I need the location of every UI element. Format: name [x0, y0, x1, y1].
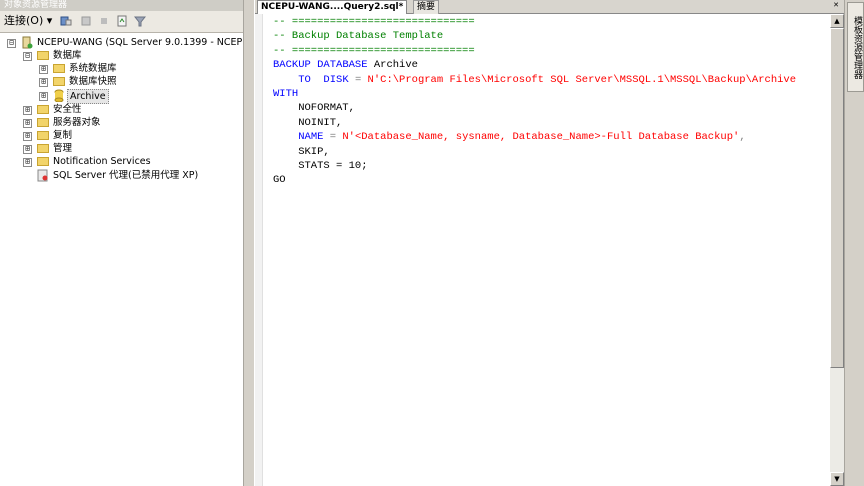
expand-icon[interactable]: ⊞ [23, 145, 32, 154]
tab-summary[interactable]: 摘要 [413, 0, 440, 14]
code-line: NOINIT, [273, 116, 796, 130]
expand-icon[interactable]: ⊞ [23, 158, 32, 167]
collapse-icon[interactable]: ⊟ [7, 39, 16, 48]
tree-node-label: 数据库 [53, 50, 82, 61]
tree-node-label: 系统数据库 [69, 63, 117, 74]
scrollbar-thumb[interactable] [830, 28, 844, 368]
template-explorer-tab[interactable]: 模板资源管理器 [847, 2, 864, 92]
tree-node-label: 服务器对象 [53, 117, 101, 128]
code-line: -- ============================= [273, 15, 796, 29]
code-token: -- ============================= [273, 16, 475, 28]
code-token: STATS = 10; [273, 160, 368, 173]
folder-icon [37, 51, 49, 60]
code-token: , [739, 131, 746, 144]
code-token: TO [298, 73, 311, 86]
code-line: -- Backup Database Template [273, 29, 796, 43]
code-token: NOINIT, [273, 116, 343, 129]
expand-icon[interactable]: ⊞ [39, 92, 48, 101]
object-explorer-panel: 对象资源管理器 连接(O) ▾ ⊟ NCEPU-WANG (SQL Server… [0, 0, 253, 486]
disconnect-icon[interactable] [80, 15, 92, 27]
code-token: GO [273, 174, 286, 187]
agent-icon [37, 169, 48, 182]
code-token: -- Backup Database Template [273, 30, 444, 43]
code-area[interactable]: -- ============================= -- Backu… [273, 15, 796, 188]
query-editor[interactable]: -- ============================= -- Backu… [255, 14, 830, 486]
code-token: N'C:\Program Files\Microsoft SQL Server\… [367, 73, 797, 86]
filter-icon[interactable] [134, 15, 146, 27]
code-token: NOFORMAT, [273, 102, 355, 115]
code-line: NOFORMAT, [273, 101, 796, 115]
code-token: DATABASE [317, 59, 368, 72]
expand-icon[interactable]: ⊞ [23, 106, 32, 115]
editor-vertical-scrollbar[interactable]: ▲ ▼ [830, 14, 844, 486]
code-line: GO [273, 173, 796, 187]
folder-icon [53, 64, 65, 73]
tree-node-label: 数据库快照 [69, 76, 117, 87]
tree-node-label: NCEPU-WANG (SQL Server 9.0.1399 - NCEPU- [37, 37, 253, 48]
chevron-down-icon: ▾ [46, 14, 53, 27]
stop-icon[interactable] [98, 15, 110, 27]
scroll-up-icon[interactable]: ▲ [830, 14, 844, 28]
tree-node-label: Archive [67, 89, 109, 104]
connect-server-icon[interactable] [60, 15, 72, 27]
code-token: DISK [310, 73, 355, 86]
code-line: TO DISK = N'C:\Program Files\Microsoft S… [273, 73, 796, 87]
server-icon [22, 36, 33, 49]
collapse-icon[interactable]: ⊟ [23, 52, 32, 61]
tree-node-label: Notification Services [53, 156, 151, 167]
code-line: NAME = N'<Database_Name, sysname, Databa… [273, 130, 796, 144]
code-line: WITH [273, 87, 796, 101]
object-explorer-toolbar: 连接(O) ▾ [0, 11, 243, 33]
document-tab-bar: NCEPU-WANG....Query2.sql* 摘要 ✕ [255, 0, 845, 14]
refresh-icon[interactable] [116, 15, 128, 27]
folder-icon [37, 118, 49, 127]
folder-icon [37, 144, 49, 153]
connect-button[interactable]: 连接(O) ▾ [4, 14, 52, 28]
code-token: NAME [298, 131, 324, 144]
code-token: -- ============================= [273, 44, 475, 57]
folder-icon [53, 77, 65, 86]
code-line: STATS = 10; [273, 159, 796, 173]
folder-icon [37, 157, 49, 166]
tree-node-label: 安全性 [53, 104, 82, 115]
tree-node-label: 复制 [53, 130, 73, 141]
folder-icon [37, 105, 49, 114]
expand-icon[interactable]: ⊞ [23, 119, 32, 128]
object-explorer-title: 对象资源管理器 [0, 0, 243, 11]
code-token: WITH [273, 88, 299, 101]
scroll-down-icon[interactable]: ▼ [830, 472, 844, 486]
code-token: BACKUP [273, 59, 311, 72]
template-explorer-dock: 模板资源管理器 [844, 0, 864, 486]
code-token: N'<Database_Name, sysname, Database_Name… [342, 131, 740, 144]
code-line: BACKUP DATABASE Archive [273, 58, 796, 72]
code-token: SKIP, [273, 145, 330, 158]
expand-icon[interactable]: ⊞ [39, 65, 48, 74]
expand-icon[interactable]: ⊞ [23, 132, 32, 141]
database-icon [54, 89, 64, 102]
expand-icon[interactable]: ⊞ [39, 78, 48, 87]
code-token: Archive [367, 59, 418, 72]
tree-node-label: SQL Server 代理(已禁用代理 XP) [53, 170, 199, 181]
folder-icon [37, 131, 49, 140]
code-line: -- ============================= [273, 44, 796, 58]
connect-label: 连接(O) [4, 14, 44, 27]
tree-node-label: 管理 [53, 143, 73, 154]
close-icon[interactable]: ✕ [831, 0, 841, 10]
code-token: = [354, 73, 368, 86]
panel-splitter[interactable] [243, 0, 255, 486]
editor-gutter [255, 14, 263, 486]
code-line: SKIP, [273, 145, 796, 159]
code-token: = [323, 131, 343, 144]
tab-query2[interactable]: NCEPU-WANG....Query2.sql* [257, 0, 408, 14]
